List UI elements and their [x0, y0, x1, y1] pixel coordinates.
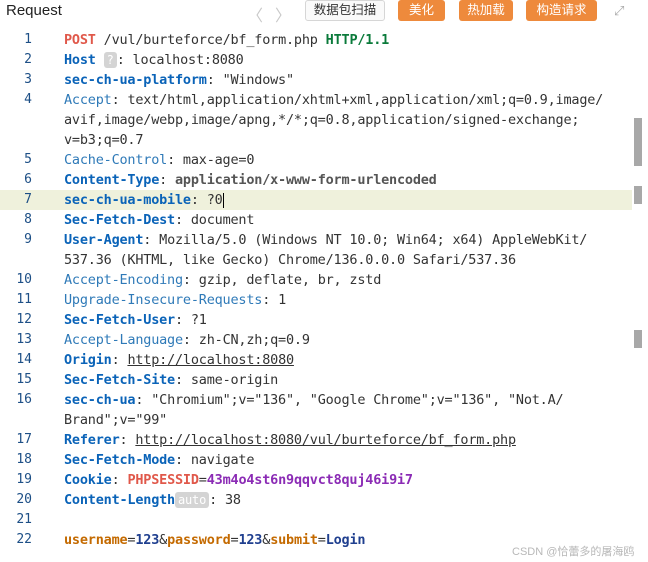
header-value: max-age=0	[182, 152, 255, 168]
code-line-18: 18 Sec-Fetch-Mode: navigate	[16, 452, 255, 468]
code-line-4-wrap-2: v=b3;q=0.7	[0, 130, 632, 150]
code-line-17: 17 Referer: http://localhost:8080/vul/bu…	[16, 432, 516, 448]
header-value: ?1	[190, 312, 207, 328]
header-key: Host	[64, 52, 96, 68]
header-value: text/html,application/xhtml+xml,applicat…	[127, 92, 604, 108]
header-key: Accept-Encoding	[64, 272, 183, 288]
request-panel-header: Request 〈 〉 数据包扫描 美化 热加载 构造请求 ⤢	[0, 0, 648, 26]
header-value: gzip, deflate, br, zstd	[198, 272, 382, 288]
header-key: Sec-Fetch-Mode	[64, 452, 175, 468]
hot-load-button[interactable]: 热加载	[459, 0, 513, 21]
code-line-1: 1 POST /vul/burteforce/bf_form.php HTTP/…	[24, 32, 390, 48]
header-key: User-Agent	[64, 232, 144, 248]
header-key: Accept	[64, 92, 112, 108]
code-line-13: 13 Accept-Language: zh-CN,zh;q=0.9	[16, 332, 310, 348]
header-key: Sec-Fetch-Site	[64, 372, 175, 388]
header-key: Cache-Control	[64, 152, 168, 168]
header-key: sec-ch-ua-platform	[64, 72, 207, 88]
scrollbar-marker[interactable]	[634, 186, 642, 204]
code-line-15: 15 Sec-Fetch-Site: same-origin	[16, 372, 279, 388]
code-line-21: 21	[16, 512, 32, 527]
header-value: "Chromium";v="136", "Google Chrome";v="1…	[151, 392, 564, 408]
text-cursor	[222, 192, 224, 208]
header-value: same-origin	[190, 372, 279, 388]
header-value: application/x-www-form-urlencoded	[175, 172, 437, 188]
referer-link[interactable]: http://localhost:8080/vul/burteforce/bf_…	[135, 432, 516, 448]
construct-request-button[interactable]: 构造请求	[526, 0, 597, 21]
code-line-8: 8 Sec-Fetch-Dest: document	[24, 212, 255, 228]
code-line-9: 9 User-Agent: Mozilla/5.0 (Windows NT 10…	[24, 232, 588, 248]
header-key: Origin	[64, 352, 112, 368]
code-line-4-wrap-1: avif,image/webp,image/apng,*/*;q=0.8,app…	[0, 110, 632, 130]
code-line-16-wrap: Brand";v="99"	[0, 410, 632, 430]
header-value: zh-CN,zh;q=0.9	[198, 332, 310, 348]
code-line-4: 4 Accept: text/html,application/xhtml+xm…	[24, 92, 604, 108]
cookie-value: 43m4o4st6n9qqvct8quj46i9i7	[206, 472, 413, 488]
param-value: 123	[238, 532, 263, 548]
forward-arrow-icon[interactable]: 〉	[275, 2, 291, 26]
header-value: 1	[278, 292, 286, 308]
auto-length-tag[interactable]: auto	[175, 492, 210, 508]
header-value: document	[190, 212, 255, 228]
header-value: ?0	[206, 192, 223, 208]
param-value: 123	[135, 532, 160, 548]
header-value: navigate	[190, 452, 255, 468]
param-key: username	[64, 532, 128, 548]
header-value: Brand";v="99"	[64, 412, 168, 428]
scrollbar-marker[interactable]	[634, 330, 642, 348]
header-value: 38	[224, 492, 241, 508]
watermark: CSDN @恰蕾多的屠海鸥	[512, 546, 635, 558]
header-key: sec-ch-ua	[64, 392, 136, 408]
cookie-name: PHPSESSID	[127, 472, 199, 488]
code-line-3: 3 sec-ch-ua-platform: "Windows"	[24, 72, 295, 88]
request-path: /vul/burteforce/bf_form.php	[103, 32, 318, 48]
back-arrow-icon[interactable]: 〈	[247, 2, 263, 26]
header-key: Sec-Fetch-User	[64, 312, 175, 328]
http-protocol: HTTP/1.1	[325, 32, 390, 48]
code-line-14: 14 Origin: http://localhost:8080	[16, 352, 294, 368]
param-key: password	[167, 532, 231, 548]
header-value: v=b3;q=0.7	[64, 132, 144, 148]
code-line-19: 19 Cookie: PHPSESSID=43m4o4st6n9qqvct8qu…	[16, 472, 413, 488]
header-key: sec-ch-ua-mobile	[64, 192, 191, 208]
header-value: "Windows"	[222, 72, 295, 88]
code-line-9-wrap: 537.36 (KHTML, like Gecko) Chrome/136.0.…	[0, 250, 632, 270]
code-line-16: 16 sec-ch-ua: "Chromium";v="136", "Googl…	[16, 392, 564, 408]
beautify-button[interactable]: 美化	[398, 0, 445, 21]
origin-link[interactable]: http://localhost:8080	[127, 352, 294, 368]
header-key: Upgrade-Insecure-Requests	[64, 292, 263, 308]
header-value: Mozilla/5.0 (Windows NT 10.0; Win64; x64…	[159, 232, 588, 248]
code-line-12: 12 Sec-Fetch-User: ?1	[16, 312, 207, 328]
header-key: Accept-Language	[64, 332, 183, 348]
code-line-7-highlighted: 7 sec-ch-ua-mobile: ?0	[0, 190, 632, 210]
request-editor[interactable]: 1 POST /vul/burteforce/bf_form.php HTTP/…	[0, 26, 648, 562]
host-info-tag[interactable]: ?	[103, 52, 117, 68]
param-key: submit	[270, 532, 318, 548]
code-line-2: 2 Host ?: localhost:8080	[24, 52, 244, 68]
header-key: Content-Length	[64, 492, 175, 508]
header-value: avif,image/webp,image/apng,*/*;q=0.8,app…	[64, 112, 580, 128]
code-line-20: 20 Content-Length auto: 38	[16, 492, 241, 508]
header-value: localhost:8080	[132, 52, 244, 68]
expand-icon[interactable]: ⤢	[614, 3, 624, 19]
panel-title: Request	[6, 2, 62, 19]
header-key: Content-Type	[64, 172, 160, 188]
header-key: Cookie	[64, 472, 112, 488]
header-value: 537.36 (KHTML, like Gecko) Chrome/136.0.…	[64, 252, 516, 268]
http-method: POST	[64, 32, 96, 48]
header-key: Sec-Fetch-Dest	[64, 212, 175, 228]
code-line-5: 5 Cache-Control: max-age=0	[24, 152, 255, 168]
code-line-6: 6 Content-Type: application/x-www-form-u…	[24, 172, 437, 188]
param-value: Login	[325, 532, 366, 548]
header-key: Referer	[64, 432, 120, 448]
scrollbar-thumb[interactable]	[634, 118, 642, 166]
code-line-10: 10 Accept-Encoding: gzip, deflate, br, z…	[16, 272, 382, 288]
code-line-11: 11 Upgrade-Insecure-Requests: 1	[16, 292, 286, 308]
packet-scan-button[interactable]: 数据包扫描	[305, 0, 385, 21]
